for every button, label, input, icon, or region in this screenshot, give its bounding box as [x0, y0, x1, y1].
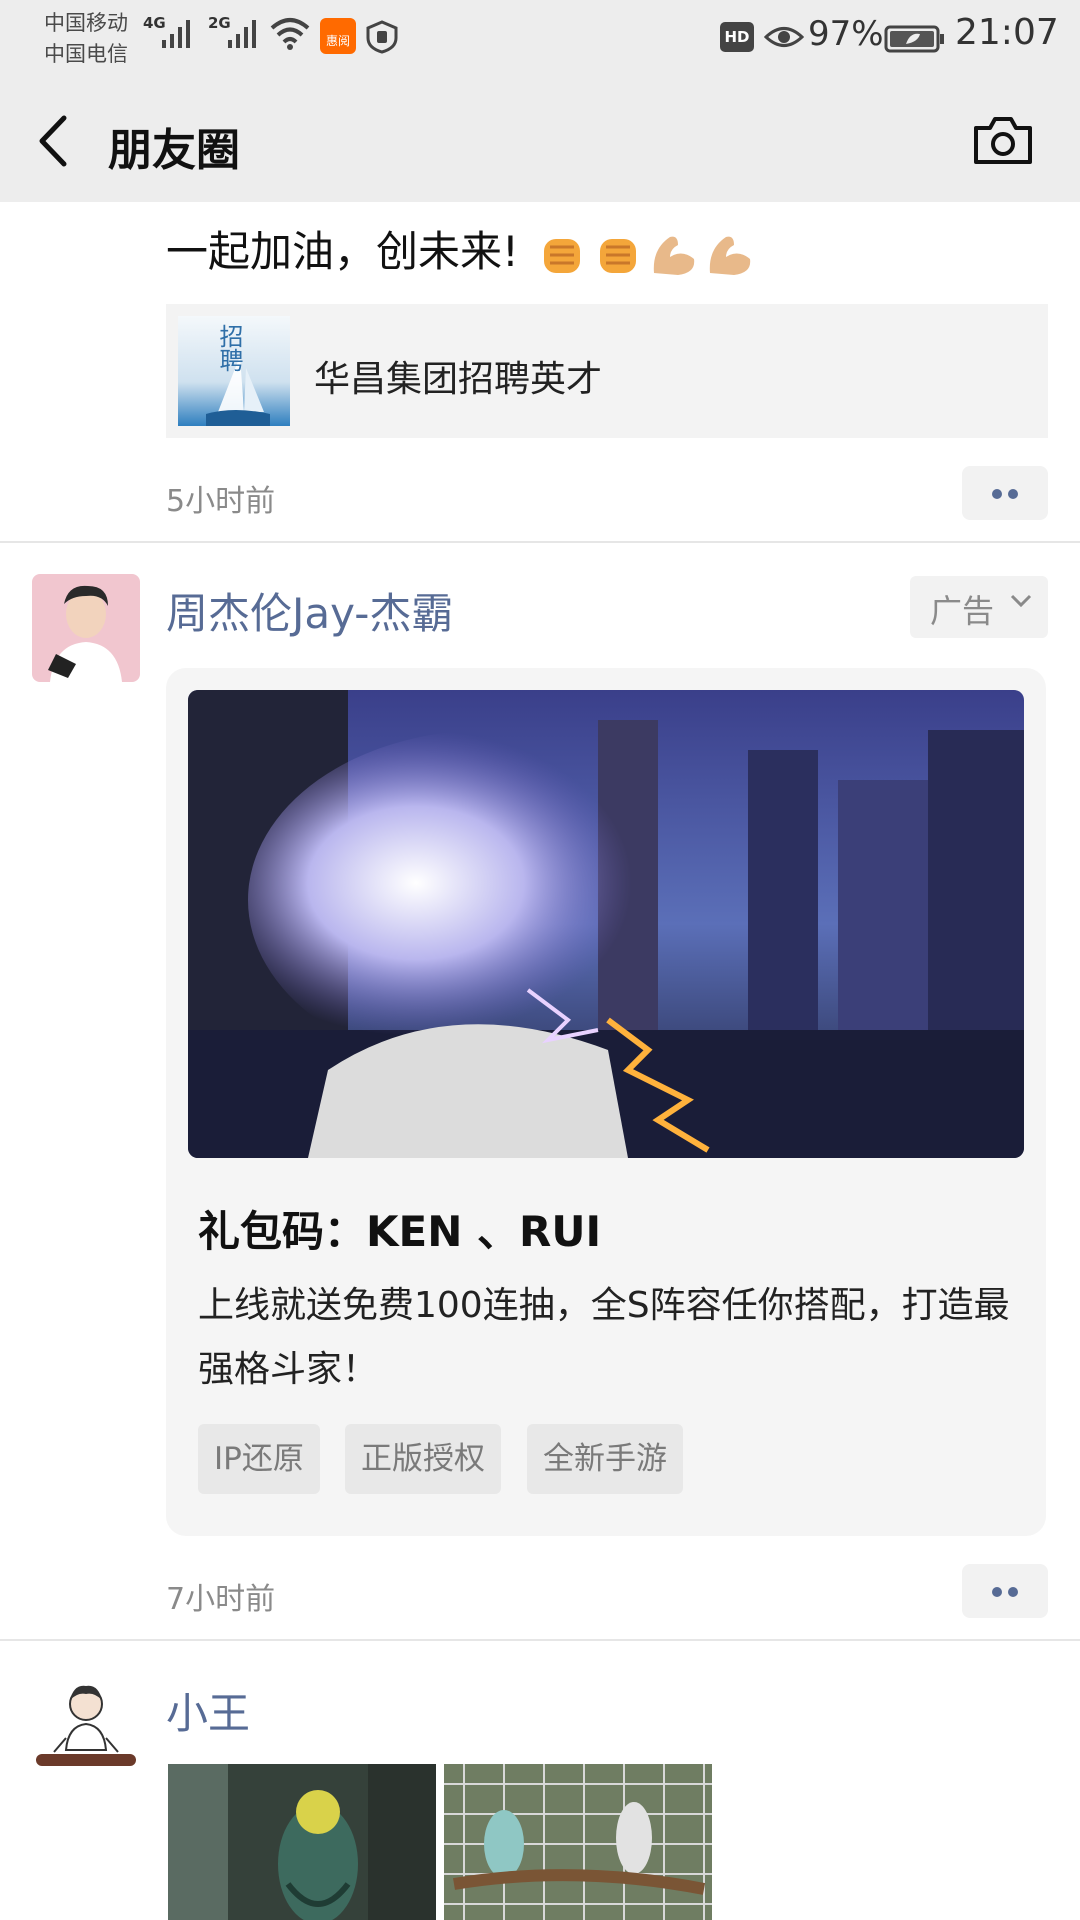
link-card[interactable]: 招聘 华昌集团招聘英才 [166, 304, 1048, 438]
post-text: 一起加油，创未来! [166, 218, 756, 281]
flexed-biceps-emoji [654, 236, 695, 275]
signal-icon-2 [228, 20, 256, 48]
status-bar: 中国移动 中国电信 4G 2G 惠阅 HD 97% 21:07 [0, 0, 1080, 78]
app-notification-icon: 惠阅 [320, 18, 356, 54]
flexed-biceps-emoji [710, 236, 751, 275]
eye-icon [764, 27, 804, 47]
post-time: 7小时前 [166, 1582, 276, 1617]
hd-icon: HD [720, 22, 754, 52]
shield-icon [366, 20, 398, 54]
nav-bar: 朋友圈 [0, 78, 1080, 202]
divider [0, 541, 1080, 543]
ad-chip[interactable]: 全新手游 [527, 1424, 683, 1494]
more-button[interactable] [962, 1564, 1048, 1618]
battery-percent: 97% [808, 14, 884, 54]
username[interactable]: 周杰伦Jay-杰霸 [166, 580, 453, 641]
username[interactable]: 小王 [166, 1680, 250, 1741]
divider [0, 1639, 1080, 1641]
link-thumbnail: 招聘 [178, 316, 290, 426]
avatar[interactable] [32, 1672, 140, 1780]
ad-chip[interactable]: IP还原 [198, 1424, 320, 1494]
post-photo[interactable] [168, 1764, 436, 1920]
ad-tag-label: 广告 [930, 592, 995, 630]
battery-icon [884, 25, 944, 53]
fist-emoji [544, 238, 581, 273]
carrier-1: 中国移动 [44, 11, 128, 35]
clock: 21:07 [955, 12, 1059, 53]
ad-video[interactable] [188, 690, 1024, 1158]
post-time: 5小时前 [166, 484, 276, 519]
signal-icon [162, 20, 190, 48]
chevron-down-icon [1010, 594, 1032, 608]
ad-card[interactable]: 礼包码：KEN 、RUI 上线就送免费100连抽，全S阵容任你搭配，打造最强格斗… [166, 668, 1046, 1536]
carrier-labels: 中国移动 中国电信 [44, 8, 128, 70]
ad-chip[interactable]: 正版授权 [345, 1424, 501, 1494]
ad-description: 上线就送免费100连抽，全S阵容任你搭配，打造最强格斗家！ [198, 1285, 1010, 1390]
post-photo[interactable] [444, 1764, 712, 1920]
avatar[interactable] [32, 574, 140, 682]
carrier-2: 中国电信 [44, 42, 128, 66]
camera-icon[interactable] [972, 114, 1034, 166]
fist-emoji [600, 238, 637, 273]
link-thumb-text: 招聘 [215, 324, 243, 372]
link-title: 华昌集团招聘英才 [314, 359, 603, 400]
ad-tag[interactable]: 广告 [910, 576, 1048, 638]
page-title: 朋友圈 [108, 125, 240, 176]
more-button[interactable] [962, 466, 1048, 520]
wifi-icon [270, 18, 310, 50]
chevron-left-icon[interactable] [36, 114, 72, 168]
ad-headline: 礼包码：KEN 、RUI [198, 1207, 602, 1256]
